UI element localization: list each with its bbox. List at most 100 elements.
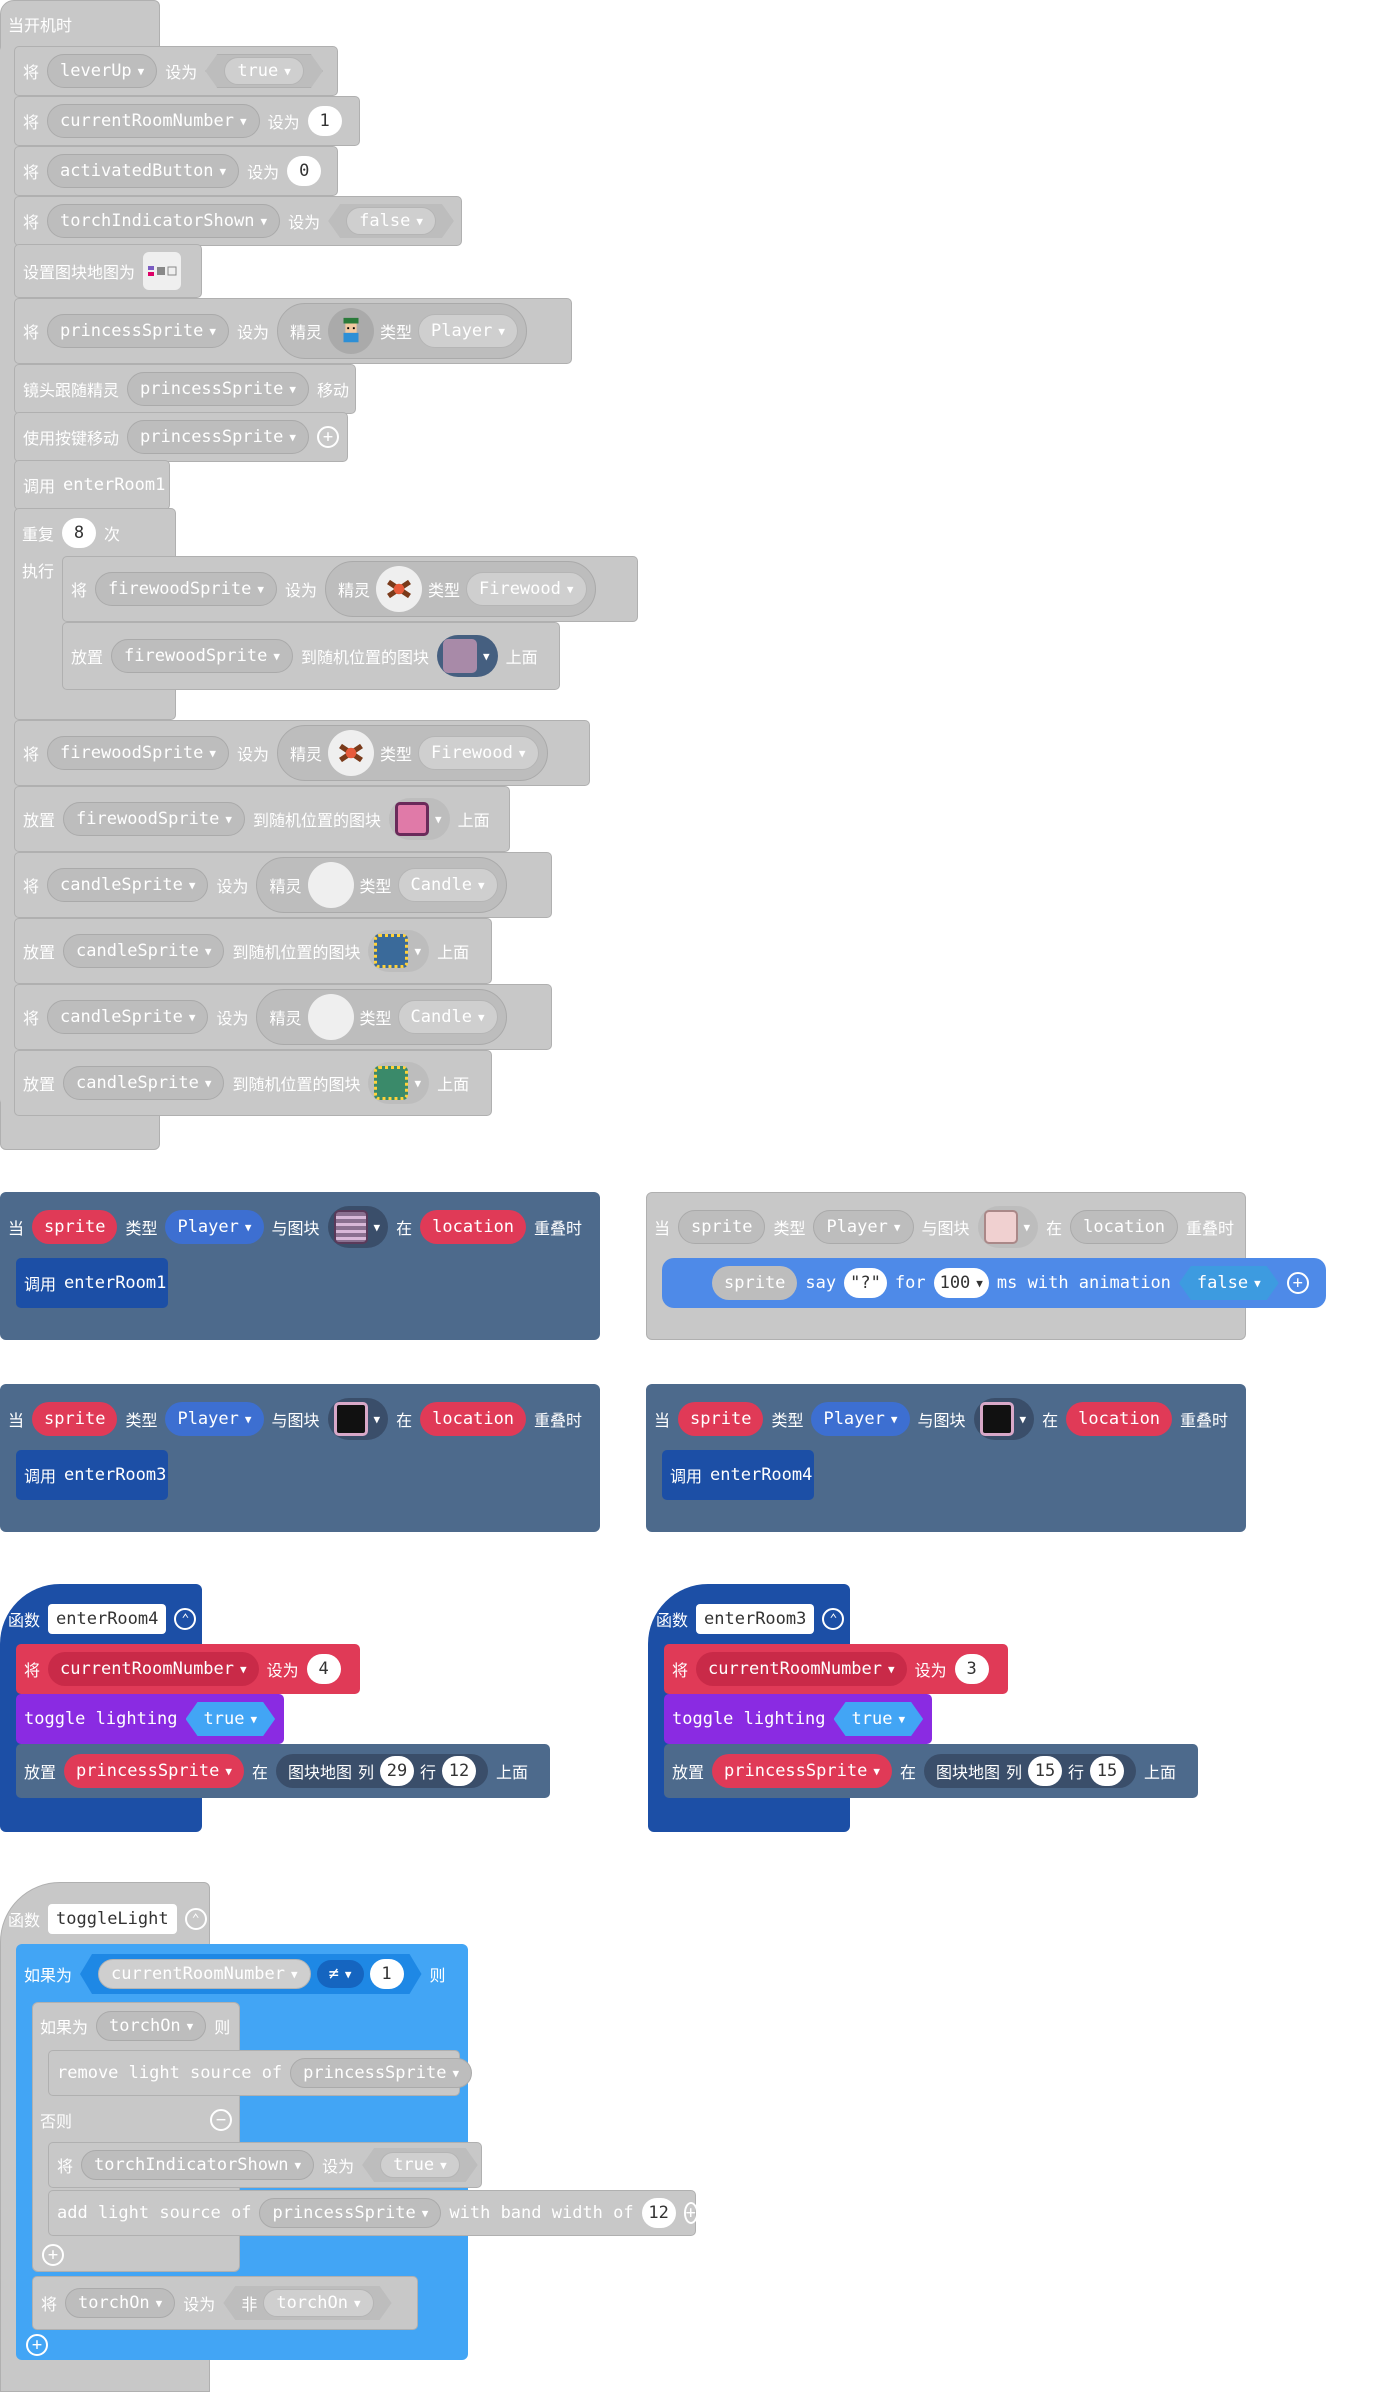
tile-picker[interactable]: ▼ <box>368 930 430 972</box>
expand-plus-icon[interactable]: + <box>1286 1272 1309 1294</box>
tile-picker[interactable]: ▼ <box>368 1062 430 1104</box>
bool-dropdown[interactable]: false ▼ <box>328 204 454 238</box>
collapse-arrow-icon[interactable]: ⌃ <box>184 1908 207 1930</box>
var-dropdown[interactable]: currentRoomNumber ▼ <box>48 1652 259 1686</box>
number-input[interactable]: 1 <box>307 106 342 136</box>
create-sprite-block[interactable]: 精灵 类型 Firewood ▼ <box>324 561 596 617</box>
row-input[interactable]: 12 <box>442 1756 476 1786</box>
var-dropdown[interactable]: candleSprite ▼ <box>47 868 209 902</box>
create-sprite-block[interactable]: 精灵 类型 Candle ▼ <box>256 989 507 1045</box>
var-dropdown[interactable]: torchOn ▼ <box>65 2288 176 2318</box>
var-dropdown[interactable]: princessSprite ▼ <box>127 372 309 406</box>
set-torch-indicator[interactable]: 将 torchIndicatorShown ▼ 设为 false ▼ <box>14 196 462 246</box>
var-dropdown[interactable]: leverUp ▼ <box>47 54 158 88</box>
function-name-input[interactable]: toggleLight <box>48 1904 177 1934</box>
var-dropdown[interactable]: candleSprite ▼ <box>47 1000 209 1034</box>
add-light-source[interactable]: add light source of princessSprite ▼ with… <box>48 2190 698 2236</box>
set-candle-sprite-2[interactable]: 将 candleSprite ▼ 设为 精灵 类型 Candle ▼ <box>14 984 552 1050</box>
create-sprite-block[interactable]: 精灵 类型 Candle ▼ <box>256 857 507 913</box>
set-princess-sprite[interactable]: 将 princessSprite ▼ 设为 精灵 类型 Player ▼ <box>14 298 572 364</box>
set-leverup[interactable]: 将 leverUp ▼ 设为 true ▼ <box>14 46 338 96</box>
place-firewood[interactable]: 放置 firewoodSprite ▼ 到随机位置的图块 ▼ 上面 <box>14 786 510 852</box>
ms-dropdown[interactable]: 100 ▼ <box>933 1268 989 1298</box>
kind-dropdown[interactable]: Player ▼ <box>813 1210 914 1244</box>
add-else-plus-icon[interactable]: + <box>26 2334 48 2356</box>
call-enterroom1[interactable]: 调用 enterRoom1 <box>16 1258 168 1308</box>
location-param[interactable]: location <box>420 1402 527 1436</box>
var-dropdown[interactable]: princessSprite ▼ <box>259 2198 442 2228</box>
repeat-count-input[interactable]: 8 <box>62 518 97 548</box>
tile-picker[interactable]: ▼ <box>327 1398 389 1440</box>
toggle-lighting-3[interactable]: toggle lighting true ▼ <box>664 1694 932 1744</box>
operator-dropdown[interactable]: ≠ ▼ <box>317 1960 364 1988</box>
kind-dropdown[interactable]: Candle ▼ <box>397 868 498 902</box>
var-dropdown[interactable]: candleSprite ▼ <box>63 1066 225 1100</box>
set-current-room-3[interactable]: 将 currentRoomNumber ▼ 设为 3 <box>664 1644 1008 1694</box>
var-dropdown[interactable]: princessSprite ▼ <box>712 1754 892 1788</box>
location-param[interactable]: location <box>1066 1402 1173 1436</box>
kind-dropdown[interactable]: Player ▼ <box>811 1402 910 1436</box>
firewood-sprite-image[interactable] <box>327 730 374 776</box>
bool-dropdown[interactable]: true ▼ <box>205 54 323 88</box>
kind-dropdown[interactable]: Firewood ▼ <box>465 572 587 606</box>
expand-plus-icon[interactable]: + <box>683 2202 698 2224</box>
bool-dropdown[interactable]: false ▼ <box>1179 1266 1279 1300</box>
number-input[interactable]: 0 <box>287 156 322 186</box>
call-enterroom4[interactable]: 调用 enterRoom4 <box>662 1450 814 1500</box>
place-firewood-inner[interactable]: 放置 firewoodSprite ▼ 到随机位置的图块 ▼ 上面 <box>62 622 560 690</box>
tile-picker[interactable]: ▼ <box>973 1398 1035 1440</box>
var-dropdown[interactable]: currentRoomNumber ▼ <box>696 1652 907 1686</box>
sprite-param[interactable]: sprite <box>32 1402 118 1436</box>
bool-dropdown[interactable]: true ▼ <box>186 1702 276 1736</box>
row-input[interactable]: 15 <box>1090 1756 1124 1786</box>
set-tilemap[interactable]: 设置图块地图为 <box>14 244 202 298</box>
number-input[interactable]: 3 <box>954 1654 989 1684</box>
band-width-input[interactable]: 12 <box>641 2198 676 2228</box>
sprite-param[interactable]: sprite <box>678 1402 764 1436</box>
sprite-say-block[interactable]: sprite say "?" for 100 ▼ ms with animatio… <box>662 1258 1326 1308</box>
kind-dropdown[interactable]: Candle ▼ <box>397 1000 498 1034</box>
tilemap-location-block[interactable]: 图块地图 列 15 行 15 <box>923 1754 1136 1788</box>
tilemap-location-block[interactable]: 图块地图 列 29 行 12 <box>275 1754 488 1788</box>
call-enterroom3[interactable]: 调用 enterRoom3 <box>16 1450 168 1500</box>
kind-dropdown[interactable]: Player ▼ <box>165 1210 264 1244</box>
princess-sprite-image[interactable] <box>327 308 374 354</box>
call-enterroom1[interactable]: 调用 enterRoom1 <box>14 460 170 510</box>
collapse-arrow-icon[interactable]: ⌃ <box>822 1608 845 1630</box>
sprite-param[interactable]: sprite <box>712 1266 798 1300</box>
kind-dropdown[interactable]: Player ▼ <box>417 314 519 348</box>
var-dropdown[interactable]: firewoodSprite ▼ <box>47 736 229 770</box>
col-input[interactable]: 29 <box>379 1756 414 1786</box>
var-dropdown[interactable]: candleSprite ▼ <box>63 934 225 968</box>
number-input[interactable]: 4 <box>306 1654 341 1684</box>
tilemap-thumbnail[interactable] <box>143 252 182 290</box>
toggle-lighting-4[interactable]: toggle lighting true ▼ <box>16 1694 284 1744</box>
create-sprite-block[interactable]: 精灵 类型 Player ▼ <box>276 303 528 359</box>
set-firewood-sprite[interactable]: 将 firewoodSprite ▼ 设为 精灵 类型 Firewood ▼ <box>14 720 590 786</box>
camera-follow[interactable]: 镜头跟随精灵 princessSprite ▼ 移动 <box>14 364 356 414</box>
var-dropdown[interactable]: torchIndicatorShown ▼ <box>81 2150 315 2180</box>
col-input[interactable]: 15 <box>1027 1756 1062 1786</box>
function-name-input[interactable]: enterRoom3 <box>696 1604 815 1634</box>
function-name-input[interactable]: enterRoom4 <box>48 1604 167 1634</box>
firewood-sprite-image[interactable] <box>375 566 422 612</box>
set-torch-indicator-true[interactable]: 将 torchIndicatorShown ▼ 设为 true ▼ <box>48 2142 482 2188</box>
sprite-param[interactable]: sprite <box>32 1210 118 1244</box>
kind-dropdown[interactable]: Firewood ▼ <box>417 736 539 770</box>
place-on-tilemap-3[interactable]: 放置 princessSprite ▼ 在 图块地图 列 15 行 15 上面 <box>664 1744 1198 1798</box>
tile-picker[interactable]: ▼ <box>327 1206 389 1248</box>
set-firewood-sprite-inner[interactable]: 将 firewoodSprite ▼ 设为 精灵 类型 Firewood ▼ <box>62 556 638 622</box>
compare-block[interactable]: currentRoomNumber ▼ ≠ ▼ 1 <box>80 1954 422 1994</box>
expand-plus-icon[interactable]: + <box>316 426 339 448</box>
var-dropdown[interactable]: torchOn ▼ <box>96 2011 207 2041</box>
var-dropdown[interactable]: princessSprite ▼ <box>64 1754 244 1788</box>
var-reporter[interactable]: currentRoomNumber ▼ <box>98 1959 311 1989</box>
var-dropdown[interactable]: activatedButton ▼ <box>47 154 240 188</box>
tile-picker[interactable]: ▼ <box>388 798 450 840</box>
say-text-input[interactable]: "?" <box>844 1268 887 1298</box>
location-param[interactable]: location <box>1070 1210 1179 1244</box>
place-on-tilemap-4[interactable]: 放置 princessSprite ▼ 在 图块地图 列 29 行 12 上面 <box>16 1744 550 1798</box>
not-block[interactable]: 非 torchOn ▼ <box>223 2286 391 2320</box>
set-torch-on-not[interactable]: 将 torchOn ▼ 设为 非 torchOn ▼ <box>32 2276 418 2330</box>
location-param[interactable]: location <box>420 1210 527 1244</box>
